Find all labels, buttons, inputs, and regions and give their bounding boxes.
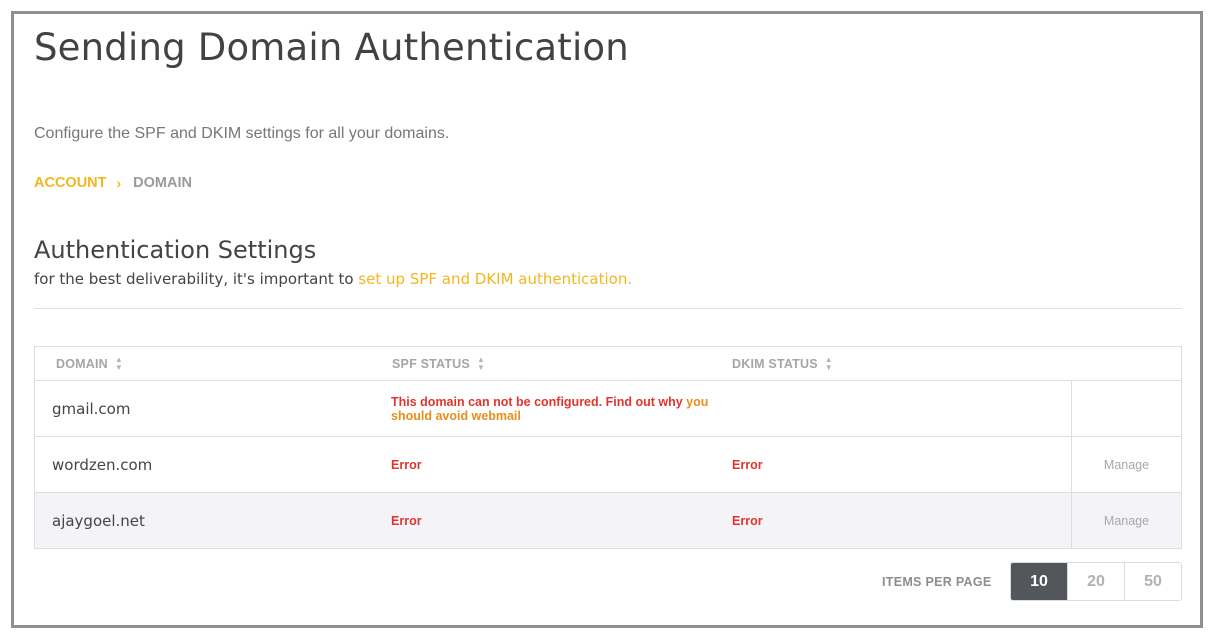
column-header-spf-status[interactable]: SPF STATUS ▲ ▼ [373, 354, 712, 372]
domain-cell: ajaygoel.net [52, 511, 145, 530]
section-description: for the best deliverability, it's import… [34, 270, 632, 288]
dkim-status-cell: Error [732, 513, 763, 528]
dkim-status-cell: Error [732, 457, 763, 472]
table-header: DOMAIN ▲ ▼ SPF STATUS ▲ ▼ DKIM STATUS ▲ ▼ [35, 347, 1181, 381]
column-header-label: DOMAIN [56, 356, 108, 371]
page-frame: Sending Domain Authentication Configure … [11, 11, 1203, 628]
spf-status-text: This domain can not be configured. Find … [391, 394, 687, 409]
spf-status-cell: This domain can not be configured. Find … [373, 381, 712, 436]
sort-icon: ▲ ▼ [824, 354, 833, 372]
sort-icon: ▲ ▼ [114, 354, 124, 372]
breadcrumb: ACCOUNT › DOMAIN [34, 175, 192, 191]
per-page-50-button[interactable]: 50 [1124, 563, 1181, 600]
section-title: Authentication Settings [34, 236, 317, 264]
page-subtitle: Configure the SPF and DKIM settings for … [34, 125, 450, 142]
domain-cell: gmail.com [52, 399, 131, 418]
breadcrumb-account-link[interactable]: ACCOUNT [34, 175, 107, 191]
table-row: ajaygoel.net Error Error Manage [35, 493, 1181, 548]
spf-dkim-setup-link[interactable]: set up SPF and DKIM authentication. [358, 270, 632, 288]
manage-button[interactable]: Manage [1071, 493, 1181, 548]
column-header-dkim-status[interactable]: DKIM STATUS ▲ ▼ [712, 354, 833, 372]
manage-button[interactable]: Manage [1071, 437, 1181, 492]
divider [34, 308, 1182, 309]
manage-cell [1071, 381, 1181, 436]
spf-status-cell: Error [391, 513, 422, 528]
column-header-domain[interactable]: DOMAIN ▲ ▼ [35, 354, 373, 372]
breadcrumb-current: DOMAIN [133, 175, 192, 191]
dkim-status-cell [712, 381, 1071, 436]
column-header-label: DKIM STATUS [732, 356, 818, 371]
page-title: Sending Domain Authentication [34, 26, 629, 69]
table-row: gmail.com This domain can not be configu… [35, 381, 1181, 437]
sort-icon: ▲ ▼ [476, 354, 486, 372]
domains-table: DOMAIN ▲ ▼ SPF STATUS ▲ ▼ DKIM STATUS ▲ ▼ g… [34, 346, 1182, 549]
per-page-20-button[interactable]: 20 [1067, 563, 1124, 600]
table-row: wordzen.com Error Error Manage [35, 437, 1181, 493]
section-description-text: for the best deliverability, it's import… [34, 270, 359, 288]
spf-status-cell: Error [391, 457, 422, 472]
items-per-page-label: ITEMS PER PAGE [882, 575, 992, 589]
column-header-label: SPF STATUS [392, 356, 470, 371]
domain-cell: wordzen.com [52, 455, 153, 474]
per-page-10-button[interactable]: 10 [1011, 563, 1067, 600]
chevron-right-icon: › [116, 175, 122, 191]
items-per-page-selector: 10 20 50 [1010, 562, 1182, 601]
